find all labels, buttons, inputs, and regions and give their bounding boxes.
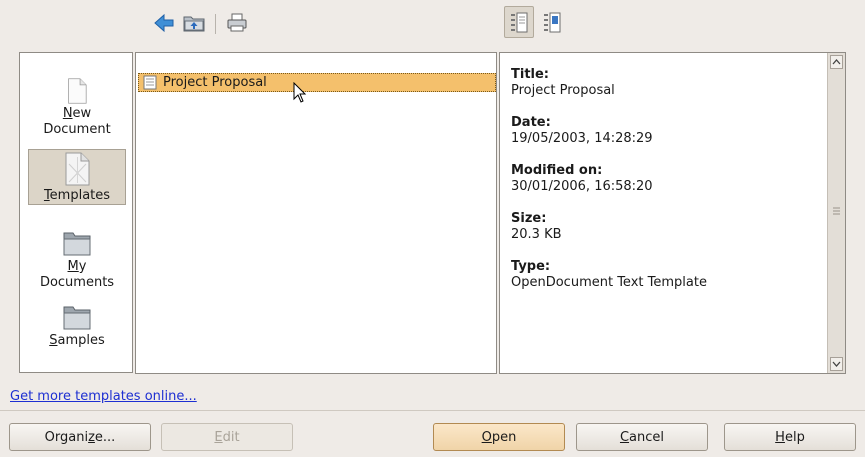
folder-icon (63, 306, 91, 330)
list-view-icon (511, 12, 528, 33)
category-label-line1: New (63, 106, 91, 122)
category-new-document[interactable]: New Document (28, 78, 126, 138)
info-size-group: Size: 20.3 KB (511, 211, 821, 243)
category-templates[interactable]: Templates (28, 149, 126, 205)
new-document-icon (68, 78, 87, 104)
cancel-button[interactable]: Cancel (576, 423, 708, 451)
scroll-up-button[interactable] (830, 55, 843, 69)
printer-icon (227, 13, 247, 32)
info-pane: Title: Project Proposal Date: 19/05/2003… (499, 52, 846, 374)
category-samples[interactable]: Samples (28, 303, 126, 359)
label-rest: y (78, 259, 87, 274)
template-file-icon (143, 75, 157, 90)
toolbar-separator (215, 14, 216, 34)
info-title-group: Title: Project Proposal (511, 67, 821, 99)
get-more-templates-link[interactable]: Get more templates online... (10, 389, 197, 404)
folder-icon (63, 232, 91, 256)
info-type-value: OpenDocument Text Template (511, 275, 707, 290)
chevron-up-icon (832, 59, 841, 65)
category-my-documents[interactable]: My Documents (28, 229, 126, 293)
info-date-label: Date: (511, 115, 551, 130)
category-label-line1: Templates (44, 188, 110, 204)
mnemonic-s: S (49, 333, 58, 348)
scroll-down-button[interactable] (830, 357, 843, 371)
info-modified-label: Modified on: (511, 163, 603, 178)
info-title-label: Title: (511, 67, 550, 82)
btn-mnemonic: z (88, 429, 95, 445)
chevron-down-icon (832, 361, 841, 367)
back-button[interactable] (149, 8, 179, 38)
category-label-line2: Documents (39, 275, 115, 290)
divider (0, 410, 865, 411)
info-size-value: 20.3 KB (511, 227, 562, 242)
open-button[interactable]: Open (433, 423, 565, 451)
label-rest: emplates (49, 188, 111, 203)
info-modified-value: 30/01/2006, 16:58:20 (511, 179, 653, 194)
file-row-project-proposal[interactable]: Project Proposal (138, 73, 496, 92)
btn-text: elp (784, 429, 805, 445)
category-label-line1: Samples (49, 333, 105, 349)
btn-mnemonic: O (481, 429, 492, 445)
help-button[interactable]: Help (724, 423, 856, 451)
file-name: Project Proposal (163, 75, 267, 90)
info-modified-group: Modified on: 30/01/2006, 16:58:20 (511, 163, 821, 195)
document-info: Title: Project Proposal Date: 19/05/2003… (511, 67, 821, 307)
edit-button[interactable]: Edit (161, 423, 293, 451)
mnemonic-m: M (67, 259, 79, 274)
info-type-label: Type: (511, 259, 551, 274)
info-date-value: 19/05/2003, 14:28:29 (511, 131, 653, 146)
detail-view-button[interactable] (537, 6, 567, 38)
print-button[interactable] (222, 8, 252, 38)
category-label-line1: My (68, 259, 87, 275)
btn-text: pen (491, 429, 517, 445)
btn-mnemonic: H (775, 429, 785, 445)
mouse-pointer-icon (293, 82, 307, 103)
info-type-group: Type: OpenDocument Text Template (511, 259, 821, 291)
organize-button[interactable]: Organi z e... (9, 423, 151, 451)
info-date-group: Date: 19/05/2003, 14:28:29 (511, 115, 821, 147)
mnemonic-n: N (62, 106, 73, 121)
detail-view-icon (544, 12, 561, 33)
btn-text: e... (94, 429, 116, 445)
btn-text: ancel (629, 429, 665, 445)
label-rest: ew (72, 106, 92, 121)
btn-text: Organi (44, 429, 89, 445)
btn-mnemonic: C (619, 429, 630, 445)
list-view-button[interactable] (504, 6, 534, 38)
templates-icon (65, 152, 90, 186)
folder-up-button[interactable] (179, 8, 209, 38)
toolbar (0, 0, 865, 48)
folder-up-icon (183, 16, 205, 32)
file-list: Project Proposal (135, 52, 497, 374)
info-title-value: Project Proposal (511, 83, 615, 98)
category-label-line2: Document (43, 122, 111, 137)
vertical-scrollbar[interactable] (827, 53, 845, 373)
btn-mnemonic: E (214, 429, 223, 445)
scrollbar-grip[interactable] (833, 207, 840, 215)
category-pane: New Document Templates My Documents Samp… (19, 52, 133, 373)
arrow-left-icon (154, 13, 174, 33)
info-size-label: Size: (511, 211, 547, 226)
label-rest: amples (57, 333, 105, 348)
btn-text: dit (222, 429, 240, 445)
grip-icon (833, 207, 840, 215)
